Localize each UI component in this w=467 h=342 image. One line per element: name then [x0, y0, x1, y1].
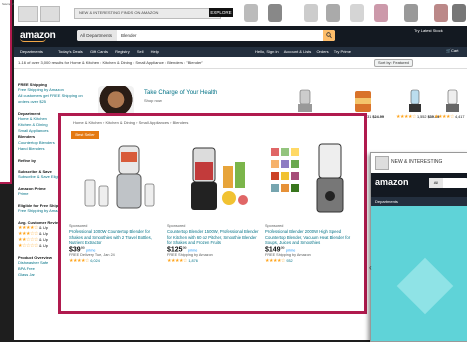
banner-product-image[interactable] [346, 88, 380, 114]
overlay-search-category[interactable]: All [429, 178, 443, 188]
gallery-thumbnail-icon[interactable] [350, 4, 364, 22]
product-title[interactable]: Professional 1000W Countertop Blender fo… [69, 229, 161, 246]
gallery-thumbnail-icon[interactable] [434, 4, 448, 22]
cart-button[interactable]: 🛒Cart [446, 48, 459, 53]
overlay-search[interactable]: All [429, 178, 467, 188]
subnav-help[interactable]: Help [151, 49, 159, 54]
gallery-thumbnail-icon[interactable] [404, 4, 418, 22]
overlay-hero-banner[interactable] [371, 206, 467, 341]
hero-decoration [396, 257, 454, 315]
amazon-logo[interactable]: amazon [375, 177, 409, 187]
chevron-left-icon[interactable]: ‹ [369, 263, 372, 272]
supplement-jar-icon [355, 91, 371, 112]
strip-title: NEW & INTERESTING FINDS ON AMAZON [79, 10, 159, 15]
gallery-thumbnail-icon[interactable] [304, 4, 318, 22]
product-image-blender-vacuum [271, 143, 344, 213]
search-category-select[interactable]: All Departments [77, 30, 117, 41]
thumbnail-icon[interactable] [18, 6, 38, 22]
product-rating[interactable]: ★★★★☆ 932 [265, 258, 357, 264]
search-button[interactable] [323, 30, 335, 41]
overlay-subnav: Departments [371, 197, 467, 206]
product-image-blender-set [84, 145, 155, 209]
overlay-title-bar: NEW & INTERESTING [371, 153, 467, 173]
gallery-thumbnail-icon[interactable] [268, 4, 282, 22]
results-summary-bar: 1-16 of over 3,000 results for Home & Ki… [14, 57, 467, 69]
explore-button[interactable]: EXPLORE [209, 8, 233, 17]
prime-link[interactable]: Try Prime [334, 49, 351, 54]
blender-icon [298, 89, 312, 112]
filter-link[interactable]: All customers get FREE Shipping on order… [18, 93, 84, 105]
thumbnail-icon [375, 156, 389, 170]
highlighted-results-panel: Home & Kitchen › Kitchen & Dining › Smal… [58, 113, 367, 314]
product-card[interactable]: Sponsored Professional Blender 2000W Hig… [265, 142, 357, 312]
amazon-logo[interactable]: amazon [20, 30, 56, 42]
strip-title-bar: NEW & INTERESTING FINDS ON AMAZON [74, 8, 221, 19]
banner-subtitle[interactable]: Shop now [144, 98, 162, 103]
banner-item-meta: ★★★★☆ 4,417 [434, 114, 465, 120]
product-card[interactable]: Sponsored Countertop Blender 1500W, Prof… [167, 142, 259, 312]
sort-select[interactable]: Sort by: Featured [374, 59, 413, 67]
product-price: $3999 prime [69, 245, 96, 254]
search-bar[interactable]: All Departments Blender [77, 30, 335, 41]
orders-link[interactable]: Orders [316, 49, 328, 54]
account-lists[interactable]: Account & Lists [284, 49, 312, 54]
banner-product-image[interactable] [438, 88, 467, 114]
promo-right[interactable]: Try Latest Stock [414, 28, 443, 33]
product-card[interactable]: Sponsored Professional 1000W Countertop … [69, 142, 161, 312]
search-input[interactable]: Blender [121, 30, 137, 41]
product-title[interactable]: Countertop Blender 1500W, Professional B… [167, 229, 259, 246]
gallery-thumbnail-icon[interactable] [374, 4, 388, 22]
banner-product-image[interactable] [288, 88, 322, 114]
subnav-bar: Departments Today's Deals Gift Cards Reg… [14, 47, 467, 57]
product-title[interactable]: Professional Blender 2000W High Speed Co… [265, 229, 357, 246]
overlay-amazon-window: NEW & INTERESTING amazon All Departments [370, 152, 467, 342]
banner-item-meta: ★★★★☆ 1,552 $39.99 [396, 114, 440, 120]
subnav-departments[interactable]: Departments [20, 49, 43, 54]
best-seller-badge: Best Seller [71, 131, 99, 139]
subnav-gift-cards[interactable]: Gift Cards [90, 49, 108, 54]
top-strip: NEW & INTERESTING FINDS ON AMAZON EXPLOR… [14, 0, 467, 27]
left-cropped-card: Saving 25% [0, 0, 18, 184]
banner-headline[interactable]: Take Charge of Your Health [144, 90, 217, 96]
account-signin[interactable]: Hello, Sign in [255, 49, 279, 54]
subnav-sell[interactable]: Sell [137, 49, 144, 54]
results-summary-text: 1-16 of over 3,000 results for Home & Ki… [18, 60, 203, 65]
subnav-registry[interactable]: Registry [115, 49, 130, 54]
product-price: $12599 prime [167, 245, 198, 254]
gallery-thumbnail-icon[interactable] [452, 4, 466, 22]
banner-product-image[interactable] [398, 88, 432, 114]
breadcrumb[interactable]: Home & Kitchen › Kitchen & Dining › Smal… [73, 120, 188, 125]
blender-icon [446, 89, 459, 112]
gallery-thumbnail-icon[interactable] [326, 4, 340, 22]
product-price: $14999 prime [265, 245, 296, 254]
product-image-blender-fruit [191, 147, 248, 210]
overlay-title: NEW & INTERESTING [391, 159, 443, 165]
top-nav: amazon All Departments Blender Try Lates… [14, 26, 467, 57]
overlay-nav: amazon All [371, 173, 467, 197]
thumbnail-icon[interactable] [40, 6, 60, 22]
subnav-deals[interactable]: Today's Deals [58, 49, 83, 54]
product-rating[interactable]: ★★★★☆ 1,876 [167, 258, 259, 264]
overlay-departments[interactable]: Departments [375, 199, 398, 204]
gallery-thumbnail-icon[interactable] [244, 4, 258, 22]
blender-icon [409, 89, 421, 112]
product-rating[interactable]: ★★★★☆ 6,024 [69, 258, 161, 264]
search-icon [326, 32, 332, 39]
